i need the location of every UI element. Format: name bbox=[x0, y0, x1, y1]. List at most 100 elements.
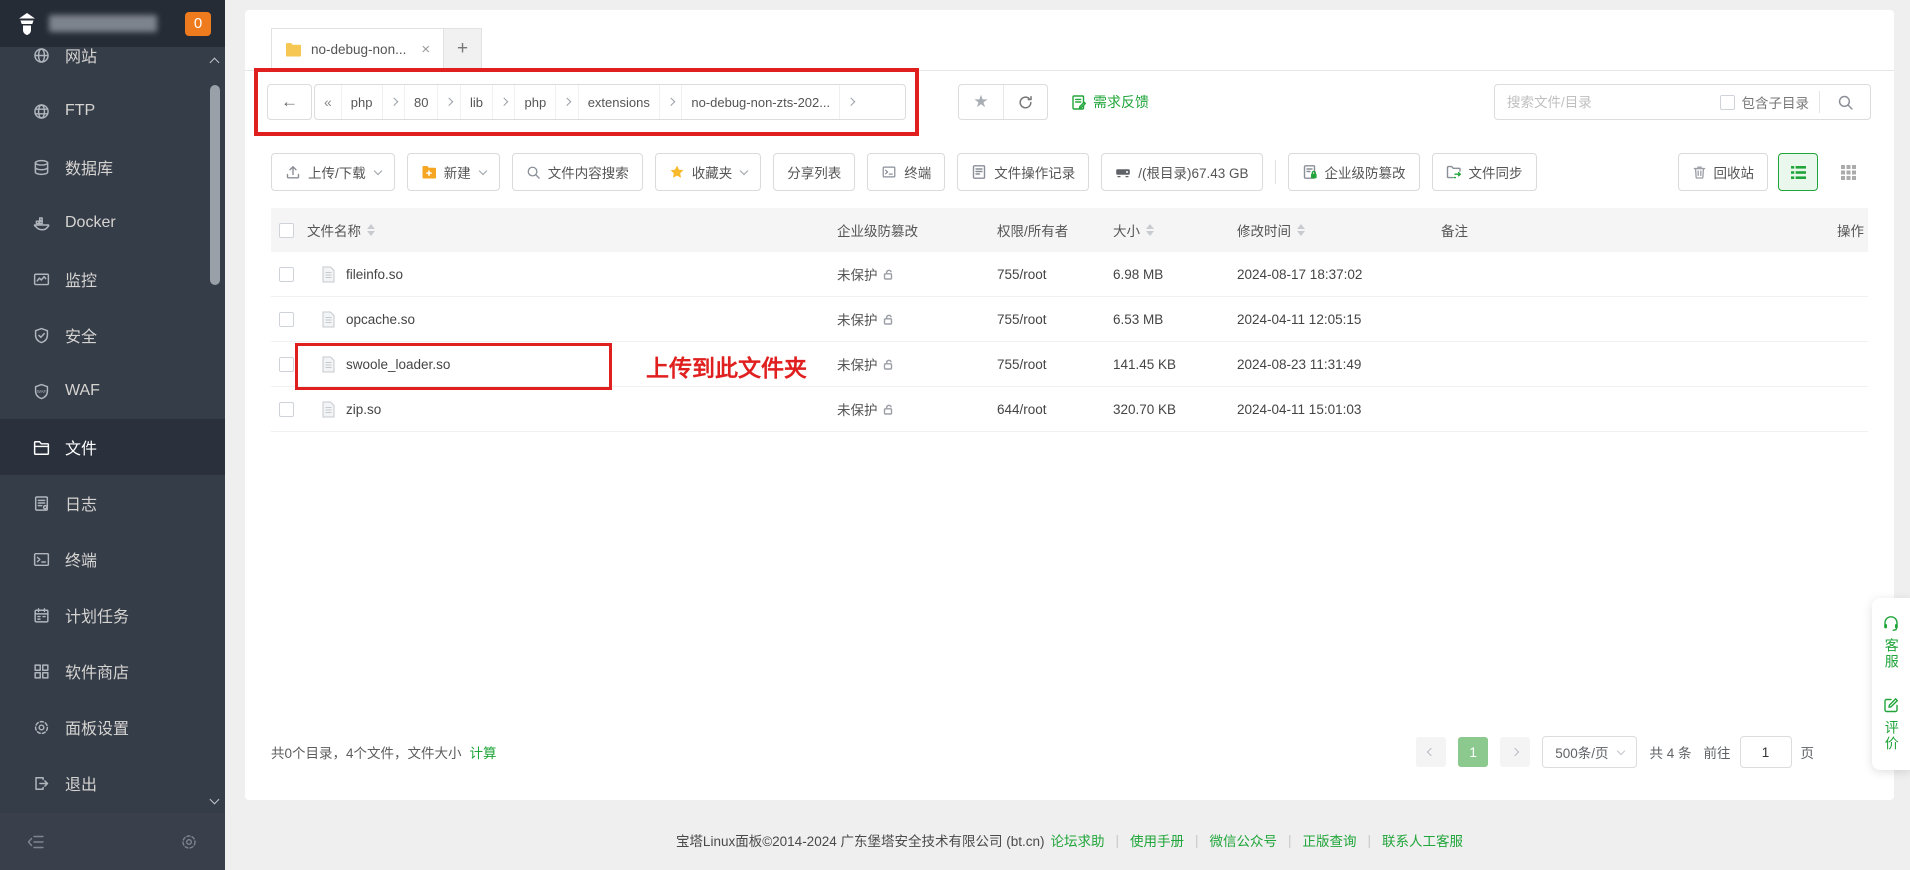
sidebar-item-terminal[interactable]: 终端 bbox=[0, 531, 225, 587]
customer-service-button[interactable]: 客服 bbox=[1882, 614, 1900, 670]
new-button[interactable]: 新建 bbox=[407, 153, 500, 191]
sidebar-item-docker[interactable]: Docker bbox=[0, 195, 225, 251]
sidebar-item-logout[interactable]: 退出 bbox=[0, 755, 225, 811]
file-sync-button[interactable]: 文件同步 bbox=[1432, 153, 1537, 191]
favorites-button[interactable]: 收藏夹 bbox=[655, 153, 762, 191]
footer-link-forum[interactable]: 论坛求助 bbox=[1050, 830, 1104, 850]
sidebar: 0 网站 FTP 数据库 Docker 监控 安全 WAF WAF bbox=[0, 0, 225, 870]
upload-download-button[interactable]: 上传/下载 bbox=[271, 153, 395, 191]
row-checkbox[interactable] bbox=[279, 402, 294, 417]
search-button[interactable] bbox=[1820, 94, 1870, 111]
breadcrumb-segment[interactable]: php bbox=[514, 85, 555, 119]
button-label: 分享列表 bbox=[787, 162, 841, 182]
breadcrumb-segment[interactable]: lib bbox=[460, 85, 492, 119]
sidebar-item-ftp[interactable]: FTP bbox=[0, 83, 225, 139]
file-name-cell[interactable]: swoole_loader.so bbox=[307, 356, 837, 373]
file-name: opcache.so bbox=[346, 312, 415, 327]
tamper-status-cell[interactable]: 未保护 bbox=[837, 264, 997, 284]
prev-page-button[interactable] bbox=[1416, 737, 1446, 767]
select-all-checkbox[interactable] bbox=[279, 223, 294, 238]
disk-root-button[interactable]: /(根目录)67.43 GB bbox=[1101, 153, 1262, 191]
collapse-sidebar-icon[interactable] bbox=[26, 832, 46, 852]
tab-no-debug-non[interactable]: no-debug-non... × bbox=[271, 28, 444, 70]
main-content: no-debug-non... × + ← « php 80 lib php e… bbox=[225, 0, 1910, 870]
column-header-mtime[interactable]: 修改时间 bbox=[1237, 220, 1441, 240]
goto-page-input[interactable] bbox=[1740, 736, 1792, 768]
share-list-button[interactable]: 分享列表 bbox=[773, 153, 855, 191]
chevron-right-icon bbox=[667, 98, 675, 106]
current-page-button[interactable]: 1 bbox=[1458, 737, 1488, 767]
calc-size-link[interactable]: 计算 bbox=[470, 742, 497, 762]
trash-icon bbox=[1692, 164, 1707, 180]
back-button[interactable]: ← bbox=[267, 84, 312, 120]
sidebar-item-logs[interactable]: 日志 bbox=[0, 475, 225, 531]
terminal-button[interactable]: 终端 bbox=[867, 153, 945, 191]
feature-feedback-link[interactable]: 需求反馈 bbox=[1071, 84, 1149, 120]
breadcrumb-segment[interactable]: 80 bbox=[404, 85, 437, 119]
tamper-status-cell[interactable]: 未保护 bbox=[837, 399, 997, 419]
breadcrumb-collapse[interactable]: « bbox=[315, 85, 341, 119]
message-count-badge[interactable]: 0 bbox=[185, 12, 211, 36]
footer-link-support[interactable]: 联系人工客服 bbox=[1382, 830, 1463, 850]
database-icon bbox=[32, 158, 51, 177]
scroll-up-icon[interactable] bbox=[210, 58, 220, 68]
content-search-button[interactable]: 文件内容搜索 bbox=[512, 153, 643, 191]
sort-icon[interactable] bbox=[1297, 224, 1305, 236]
breadcrumb-segment[interactable]: extensions bbox=[578, 85, 659, 119]
row-checkbox[interactable] bbox=[279, 312, 294, 327]
include-subdir-checkbox[interactable] bbox=[1720, 95, 1735, 110]
list-view-toggle[interactable] bbox=[1778, 153, 1818, 191]
sort-icon[interactable] bbox=[367, 224, 375, 236]
tamper-proof-button[interactable]: 企业级防篡改 bbox=[1288, 153, 1420, 191]
breadcrumb-segment[interactable]: php bbox=[341, 85, 382, 119]
file-name-cell[interactable]: opcache.so bbox=[307, 311, 837, 328]
sort-icon[interactable] bbox=[1146, 224, 1154, 236]
footer-link-wechat[interactable]: 微信公众号 bbox=[1210, 830, 1278, 850]
sidebar-item-cron[interactable]: 计划任务 bbox=[0, 587, 225, 643]
column-header-size[interactable]: 大小 bbox=[1113, 220, 1237, 240]
table-row[interactable]: fileinfo.so 未保护 755/root 6.98 MB 2024-08… bbox=[271, 252, 1868, 297]
column-header-name[interactable]: 文件名称 bbox=[307, 220, 837, 240]
favorite-star-button[interactable]: ★ bbox=[959, 85, 1003, 119]
sidebar-item-label: 终端 bbox=[65, 547, 97, 571]
total-count: 共 4 条 bbox=[1649, 742, 1691, 762]
sidebar-item-files[interactable]: 文件 bbox=[0, 419, 225, 475]
refresh-button[interactable] bbox=[1003, 85, 1047, 119]
chevron-right-icon bbox=[847, 98, 855, 106]
copyright-text: 宝塔Linux面板©2014-2024 广东堡塔安全技术有限公司 (bt.cn) bbox=[676, 830, 1045, 850]
sidebar-item-monitor[interactable]: 监控 bbox=[0, 251, 225, 307]
row-checkbox[interactable] bbox=[279, 357, 294, 372]
tab-close-icon[interactable]: × bbox=[421, 41, 430, 58]
file-name-cell[interactable]: fileinfo.so bbox=[307, 266, 837, 283]
table-row[interactable]: zip.so 未保护 644/root 320.70 KB 2024-04-11… bbox=[271, 387, 1868, 432]
next-page-button[interactable] bbox=[1500, 737, 1530, 767]
review-button[interactable]: 评价 bbox=[1882, 696, 1900, 752]
column-header-perm: 权限/所有者 bbox=[997, 220, 1113, 240]
sidebar-item-waf[interactable]: WAF WAF bbox=[0, 363, 225, 419]
tamper-status-cell[interactable]: 未保护 bbox=[837, 354, 997, 374]
footer-link-genuine[interactable]: 正版查询 bbox=[1303, 830, 1357, 850]
per-page-select[interactable]: 500条/页 bbox=[1542, 736, 1637, 768]
edit-review-icon bbox=[1882, 696, 1900, 714]
table-row-swoole-loader[interactable]: swoole_loader.so 未保护 755/root 141.45 KB … bbox=[271, 342, 1868, 387]
row-checkbox[interactable] bbox=[279, 267, 294, 282]
file-name-cell[interactable]: zip.so bbox=[307, 401, 837, 418]
grid-view-toggle[interactable] bbox=[1828, 153, 1868, 191]
scroll-down-icon[interactable] bbox=[210, 795, 220, 805]
table-row[interactable]: opcache.so 未保护 755/root 6.53 MB 2024-04-… bbox=[271, 297, 1868, 342]
sidebar-item-security[interactable]: 安全 bbox=[0, 307, 225, 363]
sidebar-item-database[interactable]: 数据库 bbox=[0, 139, 225, 195]
sidebar-item-panel-settings[interactable]: 面板设置 bbox=[0, 699, 225, 755]
add-tab-button[interactable]: + bbox=[444, 28, 482, 70]
sidebar-item-appstore[interactable]: 软件商店 bbox=[0, 643, 225, 699]
file-logs-button[interactable]: 文件操作记录 bbox=[957, 153, 1089, 191]
tamper-status-cell[interactable]: 未保护 bbox=[837, 309, 997, 329]
recycle-bin-button[interactable]: 回收站 bbox=[1678, 153, 1769, 191]
footer-gear-icon[interactable] bbox=[179, 832, 199, 852]
button-label: 文件同步 bbox=[1469, 162, 1523, 182]
breadcrumb-segment[interactable]: no-debug-non-zts-202... bbox=[681, 85, 839, 119]
sidebar-scrollbar[interactable] bbox=[207, 47, 223, 813]
footer-link-manual[interactable]: 使用手册 bbox=[1130, 830, 1184, 850]
scrollbar-thumb[interactable] bbox=[210, 85, 220, 285]
search-input[interactable] bbox=[1495, 95, 1720, 110]
